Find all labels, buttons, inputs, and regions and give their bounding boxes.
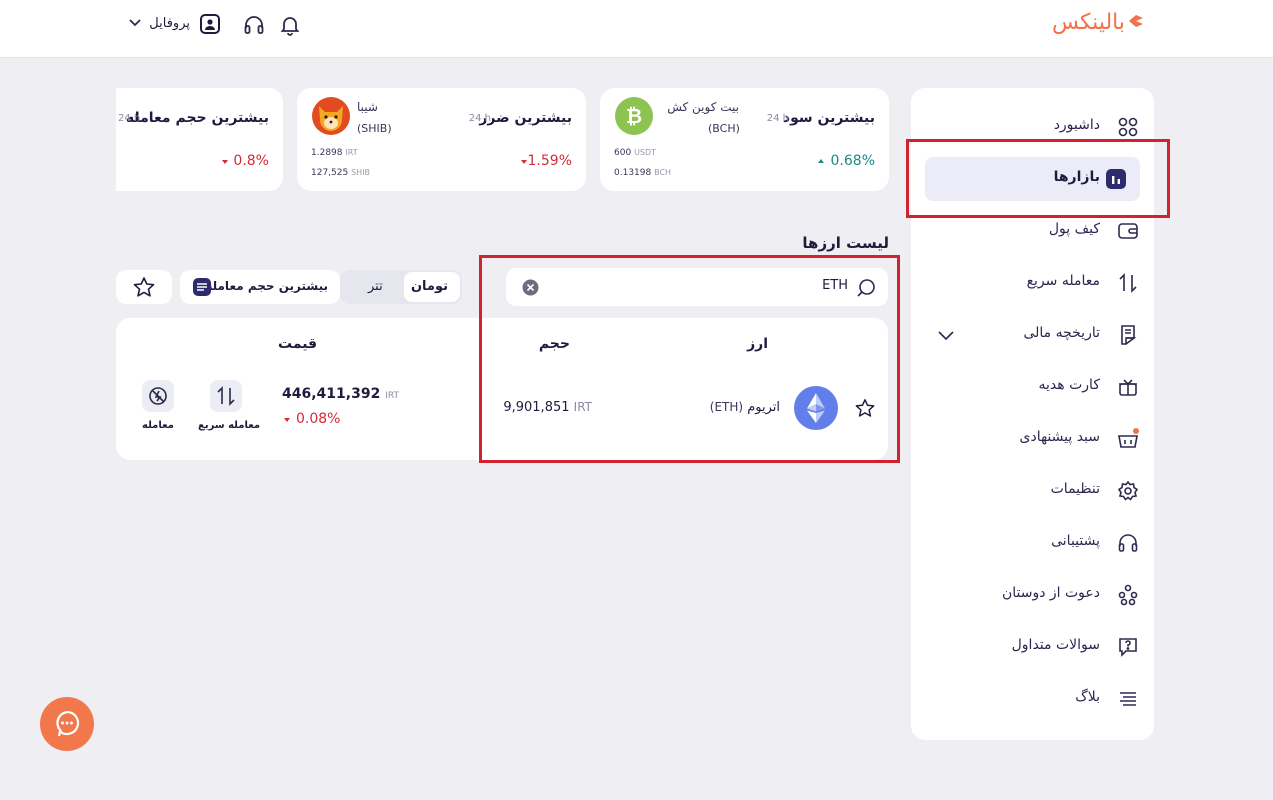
favorites-button[interactable] <box>116 270 172 304</box>
question-icon <box>1119 638 1137 657</box>
period-label: 24 h <box>468 113 491 124</box>
sidebar-item-suggested-basket[interactable]: سبد پیشنهادی <box>925 417 1140 461</box>
sidebar-item-label: تاریخچه مالی <box>1023 325 1100 341</box>
top-profit-card[interactable]: بیشترین سود 24 h 0.68% ₿ بیت کوین کش (BC… <box>600 88 889 191</box>
coin-symbol: (SHIB) <box>357 122 392 135</box>
profile-menu[interactable]: پروفایل <box>126 12 220 38</box>
logo-text: بالینکس <box>1051 10 1125 35</box>
change-value: 1.59% <box>527 153 572 169</box>
bell-icon[interactable] <box>279 14 301 36</box>
wallet-icon <box>1118 223 1138 239</box>
sidebar-item-label: سوالات متداول <box>1011 637 1100 653</box>
sort-icon <box>193 278 211 296</box>
logo-mark-icon <box>1129 15 1143 27</box>
sidebar-item-label: بلاگ <box>1075 689 1100 705</box>
sidebar-item-financial-history[interactable]: تاریخچه مالی <box>925 313 1140 357</box>
chevron-down-icon <box>129 19 141 27</box>
quick-trade-button[interactable]: معامله سریع <box>196 376 260 438</box>
change-value: 0.68% <box>830 153 875 169</box>
trade-label: معامله <box>142 420 174 431</box>
swap-icon <box>1119 273 1137 293</box>
sidebar-item-faq[interactable]: سوالات متداول <box>925 625 1140 669</box>
top-bar: بالینکس پروفایل <box>0 0 1273 58</box>
card-title: بیشترین حجم معامله <box>125 110 269 126</box>
price-value: 446,411,392 IRT <box>282 386 399 402</box>
top-volume-card[interactable]: بیشترین حجم معامله 24 h 0.8% <box>116 88 283 191</box>
arrow-up-icon <box>818 159 824 163</box>
column-header-price: قیمت <box>278 336 318 352</box>
sort-label: بیشترین حجم معامله <box>205 279 328 293</box>
gift-icon <box>1119 379 1137 396</box>
volume-info: 127,525 SHIB <box>311 168 371 178</box>
sidebar-item-invite-friends[interactable]: دعوت از دوستان <box>925 573 1140 617</box>
trade-button[interactable]: معامله <box>134 376 184 438</box>
coin-symbol: (BCH) <box>708 122 740 135</box>
sidebar-item-label: دعوت از دوستان <box>1001 585 1100 601</box>
tab-label: تتر <box>368 279 383 294</box>
sidebar-item-label: کارت هدیه <box>1038 377 1100 393</box>
card-title: بیشترین ضرر <box>479 110 572 126</box>
basket-icon <box>1118 428 1139 448</box>
receipt-icon <box>1121 325 1137 345</box>
quick-trade-label: معامله سریع <box>198 420 261 431</box>
price-info: 600 USDT <box>614 148 657 158</box>
highlight-box-markets <box>906 139 1170 218</box>
sidebar-item-gift-card[interactable]: کارت هدیه <box>925 365 1140 409</box>
sidebar-item-blog[interactable]: بلاگ <box>925 677 1140 721</box>
period-label: 24 h <box>766 113 789 124</box>
change-value: 0.08% <box>296 411 341 427</box>
grid-icon <box>1118 117 1138 137</box>
users-icon <box>1118 584 1138 606</box>
profile-label: پروفایل <box>149 16 190 31</box>
chat-icon <box>56 710 80 737</box>
arrow-down-icon <box>521 160 527 164</box>
price-info: 1.2898 IRT <box>311 148 358 158</box>
svg-text:₿: ₿ <box>626 104 642 128</box>
sidebar-item-label: کیف پول <box>1048 221 1100 237</box>
shib-logo-icon <box>312 97 350 135</box>
highlight-box-result <box>479 255 900 463</box>
star-icon <box>133 277 155 297</box>
tab-label: تومان <box>410 279 448 294</box>
coin-name: بیت کوین کش <box>667 100 739 114</box>
period-label: 24 h <box>118 113 141 124</box>
gear-icon <box>1117 480 1139 501</box>
list-title: لیست ارزها <box>802 234 889 252</box>
tab-tether[interactable]: تتر <box>344 272 400 302</box>
chat-button[interactable] <box>40 697 94 751</box>
sidebar-item-label: سبد پیشنهادی <box>1019 429 1101 445</box>
top-loss-card[interactable]: بیشترین ضرر 24 h 1.59% شیبا (SHIB) 1.289… <box>297 88 586 191</box>
headset-icon <box>1118 534 1138 552</box>
sidebar-item-label: پشتیبانی <box>1051 533 1100 549</box>
user-icon <box>200 14 220 34</box>
volume-info: 0.13198 BCH <box>614 168 672 178</box>
tab-toman[interactable]: تومان <box>404 272 460 302</box>
currency-tabs: تومان تتر <box>340 270 462 304</box>
list-icon <box>1120 692 1136 706</box>
sidebar-item-settings[interactable]: تنظیمات <box>925 469 1140 513</box>
sidebar-item-quick-trade[interactable]: معامله سریع <box>925 261 1140 305</box>
chevron-down-icon[interactable] <box>937 330 955 342</box>
logo[interactable]: بالینکس <box>1045 8 1145 38</box>
swap-icon <box>210 380 242 412</box>
sidebar-item-label: داشبورد <box>1053 117 1100 133</box>
coin-name: شیبا <box>357 100 378 114</box>
sidebar-item-label: معامله سریع <box>1026 273 1100 289</box>
arrow-down-icon <box>222 160 228 164</box>
change-value: 0.8% <box>233 153 269 169</box>
sort-button[interactable]: بیشترین حجم معامله <box>180 270 340 304</box>
arrow-down-icon <box>284 418 290 422</box>
bch-logo-icon: ₿ <box>615 97 653 135</box>
headset-icon[interactable] <box>243 14 265 36</box>
card-title: بیشترین سود <box>782 110 875 126</box>
sidebar-item-support[interactable]: پشتیبانی <box>925 521 1140 565</box>
sidebar-item-label: تنظیمات <box>1050 481 1100 497</box>
no-trade-icon <box>142 380 174 412</box>
